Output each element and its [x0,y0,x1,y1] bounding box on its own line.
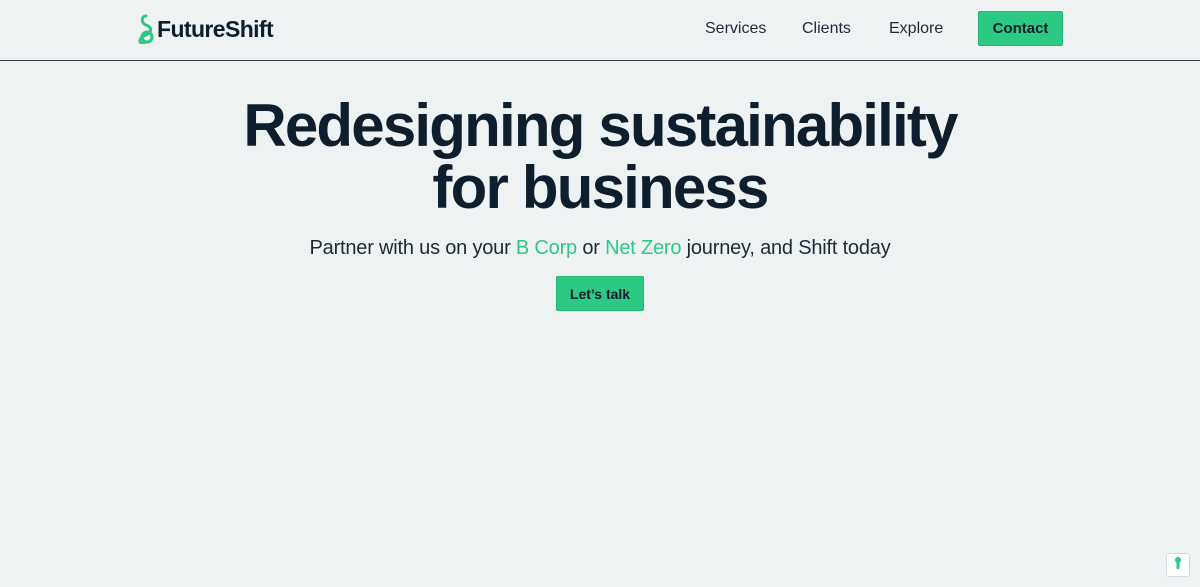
hero-title-line-1: Redesigning sustainability [243,92,958,159]
nav-item-clients[interactable]: Clients [802,19,851,39]
nav-item-services[interactable]: Services [705,19,766,39]
hero-title: Redesigning sustainability for business [0,95,1200,219]
site-header: FutureShift Services Clients Explore Con… [0,0,1200,61]
hero-subtitle: Partner with us on your B Corp or Net Ze… [0,235,1200,261]
hero-subtitle-part-2: or [576,237,606,259]
cookie-settings-icon [1173,556,1183,575]
hero-title-line-2: for business [432,154,769,221]
nav-item-explore[interactable]: Explore [889,19,943,39]
b-corp-link[interactable]: B Corp [516,237,577,259]
hero-subtitle-part-1: Partner with us on your [309,237,516,259]
lets-talk-button[interactable]: Let’s talk [556,276,644,311]
contact-button[interactable]: Contact [978,11,1063,46]
cookie-settings-button[interactable] [1166,553,1190,577]
hero-subtitle-part-3: journey, and Shift today [681,237,891,259]
net-zero-link[interactable]: Net Zero [605,237,681,259]
